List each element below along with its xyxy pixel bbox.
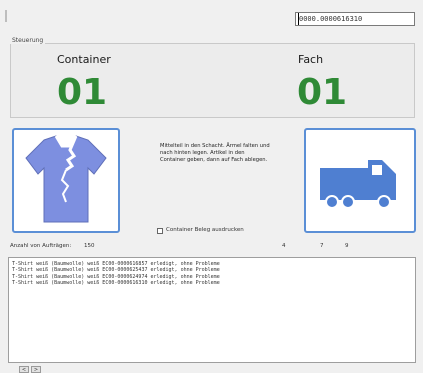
barcode-input[interactable]: 0000.0000616310 <box>295 12 415 26</box>
print-receipt-label[interactable]: Container Beleg ausdrucken <box>166 227 244 233</box>
instruction-text: Mittelteil in den Schacht. Ärmel falten … <box>160 143 270 163</box>
counter-c: 9 <box>345 243 349 249</box>
fach-label: Fach <box>298 53 324 66</box>
order-count-label: Anzahl von Aufträgen: <box>10 243 72 249</box>
text-caret <box>298 13 299 25</box>
log-list[interactable]: T-Shirt weiß (Baumwolle) weiß EC00-00006… <box>8 257 416 363</box>
container-label: Container <box>57 53 111 66</box>
shirt-icon <box>25 135 107 223</box>
status-indicator <box>5 10 7 22</box>
truck-icon <box>320 160 396 209</box>
truck-picture <box>304 128 416 233</box>
fach-number: 01 <box>297 72 348 113</box>
print-receipt-checkbox[interactable] <box>157 228 163 234</box>
order-count-value: 150 <box>84 243 95 249</box>
list-item[interactable]: T-Shirt weiß (Baumwolle) weiß EC00-00006… <box>12 280 412 286</box>
counter-a: 4 <box>282 243 286 249</box>
shirt-picture <box>12 128 120 233</box>
control-group-legend: Steuerung <box>10 37 46 44</box>
container-number: 01 <box>57 72 108 113</box>
counter-b: 7 <box>320 243 324 249</box>
